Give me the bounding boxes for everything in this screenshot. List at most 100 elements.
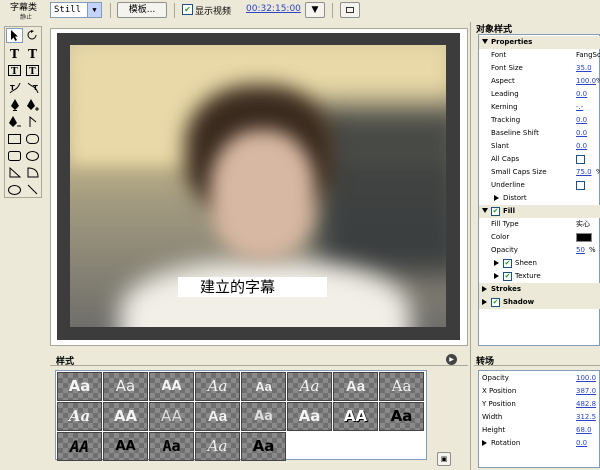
text-icon: T bbox=[10, 46, 19, 61]
sheen-row[interactable]: ✔ Sheen bbox=[479, 257, 600, 270]
convert-anchor-tool[interactable] bbox=[24, 114, 41, 129]
shadow-checkbox[interactable]: ✔ bbox=[491, 298, 500, 307]
panel-menu-icon[interactable]: ▶ bbox=[446, 354, 457, 365]
select-tool[interactable] bbox=[6, 28, 23, 43]
properties-header[interactable]: Properties bbox=[479, 36, 600, 49]
marker-icon: ▼ bbox=[311, 5, 319, 15]
x-position-row: X Position 387.0 bbox=[479, 385, 600, 398]
vertical-text-tool[interactable]: T bbox=[24, 46, 41, 61]
style-swatch[interactable]: Aa bbox=[195, 402, 240, 431]
underline-checkbox[interactable] bbox=[576, 181, 585, 190]
style-swatch[interactable]: Aa bbox=[149, 432, 194, 461]
rotate-tool[interactable] bbox=[24, 28, 41, 43]
fill-header[interactable]: ✔ Fill bbox=[479, 205, 600, 218]
small-caps-value[interactable]: 75.0 bbox=[576, 166, 592, 179]
style-swatch[interactable]: Aa bbox=[241, 372, 286, 401]
clipped-rectangle-tool[interactable] bbox=[6, 148, 23, 163]
rotation-row[interactable]: Rotation 0.0 bbox=[479, 437, 600, 450]
x-position-value[interactable]: 387.0 bbox=[576, 385, 596, 398]
object-style-panel: Properties Font FangSo Font Size 35.0 Aspe… bbox=[478, 34, 600, 346]
baseline-value[interactable]: 0.0 bbox=[576, 127, 587, 140]
new-style-button[interactable]: ▣ bbox=[437, 452, 451, 466]
style-swatch[interactable]: Aa bbox=[56, 371, 103, 402]
pen-tool[interactable] bbox=[6, 97, 23, 112]
font-value[interactable]: FangSo bbox=[576, 49, 600, 62]
expand-icon bbox=[482, 208, 488, 213]
timecode-field[interactable]: 00:32:15:00 bbox=[246, 4, 301, 14]
show-video-checkbox[interactable]: ✔ bbox=[182, 4, 193, 15]
strokes-header[interactable]: Strokes bbox=[479, 283, 600, 296]
style-swatch[interactable]: Aa bbox=[195, 372, 240, 401]
transform-opacity-value[interactable]: 100.0 bbox=[576, 372, 596, 385]
fill-type-row: Fill Type 实心 bbox=[479, 218, 600, 231]
vertical-path-text-tool[interactable]: T bbox=[24, 80, 41, 95]
rectangle-tool[interactable] bbox=[6, 131, 23, 146]
fill-opacity-value[interactable]: 50 bbox=[576, 244, 585, 257]
small-caps-row: Small Caps Size75.0% bbox=[479, 166, 600, 179]
height-row: Height 68.0 bbox=[479, 424, 600, 437]
style-swatch[interactable]: AA bbox=[103, 402, 148, 431]
area-text-tool[interactable]: T bbox=[6, 63, 23, 78]
style-swatch[interactable]: Aa bbox=[287, 402, 332, 431]
kerning-value[interactable]: -.- bbox=[576, 101, 583, 114]
ellipse-icon bbox=[8, 184, 21, 195]
font-size-value[interactable]: 35.0 bbox=[576, 62, 592, 75]
pen-minus-icon bbox=[8, 115, 21, 127]
sheen-checkbox[interactable]: ✔ bbox=[503, 259, 512, 268]
style-swatch[interactable]: AA bbox=[333, 402, 378, 431]
fill-checkbox[interactable]: ✔ bbox=[491, 207, 500, 216]
style-swatch[interactable]: Aa bbox=[379, 402, 424, 431]
style-swatch[interactable]: Aa bbox=[195, 432, 240, 461]
slant-value[interactable]: 0.0 bbox=[576, 140, 587, 153]
height-value[interactable]: 68.0 bbox=[576, 424, 592, 437]
wedge-tool[interactable] bbox=[6, 165, 23, 180]
title-type-select[interactable]: Still ▼ bbox=[50, 2, 102, 18]
style-swatch[interactable]: Aa bbox=[57, 402, 102, 431]
chevron-down-icon[interactable]: ▼ bbox=[87, 3, 101, 17]
aspect-value[interactable]: 100.0 bbox=[576, 75, 596, 88]
svg-text:T: T bbox=[33, 84, 38, 92]
style-swatch[interactable]: AA bbox=[57, 432, 102, 461]
expand-icon bbox=[494, 260, 499, 266]
style-swatch[interactable]: Aa bbox=[103, 372, 148, 401]
fill-type-value[interactable]: 实心 bbox=[576, 218, 590, 231]
delete-anchor-tool[interactable] bbox=[6, 114, 23, 129]
path-text-tool[interactable]: T bbox=[6, 80, 23, 95]
ellipse-tool[interactable] bbox=[6, 182, 23, 197]
leading-value[interactable]: 0.0 bbox=[576, 88, 587, 101]
add-anchor-tool[interactable] bbox=[24, 97, 41, 112]
caption-text-box[interactable]: 建立的字幕 bbox=[178, 277, 327, 297]
text-tool[interactable]: T bbox=[6, 46, 23, 61]
texture-row[interactable]: ✔ Texture bbox=[479, 270, 600, 283]
all-caps-checkbox[interactable] bbox=[576, 155, 585, 164]
arc-icon bbox=[27, 167, 39, 178]
toolbar: 字幕类 静止 Still ▼ 模板... ✔ 显示视频 00:32:15:00 … bbox=[0, 0, 600, 22]
y-position-value[interactable]: 482.8 bbox=[576, 398, 596, 411]
style-swatch[interactable]: Aa bbox=[241, 432, 286, 461]
style-swatch[interactable]: AA bbox=[149, 402, 194, 431]
style-swatch[interactable]: Aa bbox=[379, 372, 424, 401]
arc-tool[interactable] bbox=[24, 165, 41, 180]
shadow-header[interactable]: ✔ Shadow bbox=[479, 296, 600, 309]
width-value[interactable]: 312.5 bbox=[576, 411, 596, 424]
distort-row[interactable]: Distort bbox=[479, 192, 600, 205]
texture-checkbox[interactable]: ✔ bbox=[503, 272, 512, 281]
convert-anchor-icon bbox=[29, 115, 36, 127]
vertical-area-text-tool[interactable]: T bbox=[24, 63, 41, 78]
style-swatch[interactable]: Aa bbox=[287, 372, 332, 401]
line-tool[interactable] bbox=[24, 182, 41, 197]
safe-frame-button[interactable] bbox=[340, 2, 360, 18]
tracking-value[interactable]: 0.0 bbox=[576, 114, 587, 127]
rounded-rectangle-tool[interactable] bbox=[24, 131, 41, 146]
divider bbox=[470, 22, 471, 470]
style-swatch[interactable]: AA bbox=[149, 372, 194, 401]
rotation-value[interactable]: 0.0 bbox=[576, 437, 587, 450]
style-swatch[interactable]: Aa bbox=[333, 372, 378, 401]
template-button[interactable]: 模板... bbox=[117, 2, 167, 18]
title-type-sublabel: 静止 bbox=[20, 14, 33, 21]
ellipse-rectangle-tool[interactable] bbox=[24, 148, 41, 163]
marker-button[interactable]: ▼ bbox=[305, 2, 325, 18]
style-swatch[interactable]: Aa bbox=[241, 402, 286, 431]
style-swatch[interactable]: AA bbox=[103, 432, 148, 461]
fill-color-swatch[interactable] bbox=[576, 233, 592, 242]
